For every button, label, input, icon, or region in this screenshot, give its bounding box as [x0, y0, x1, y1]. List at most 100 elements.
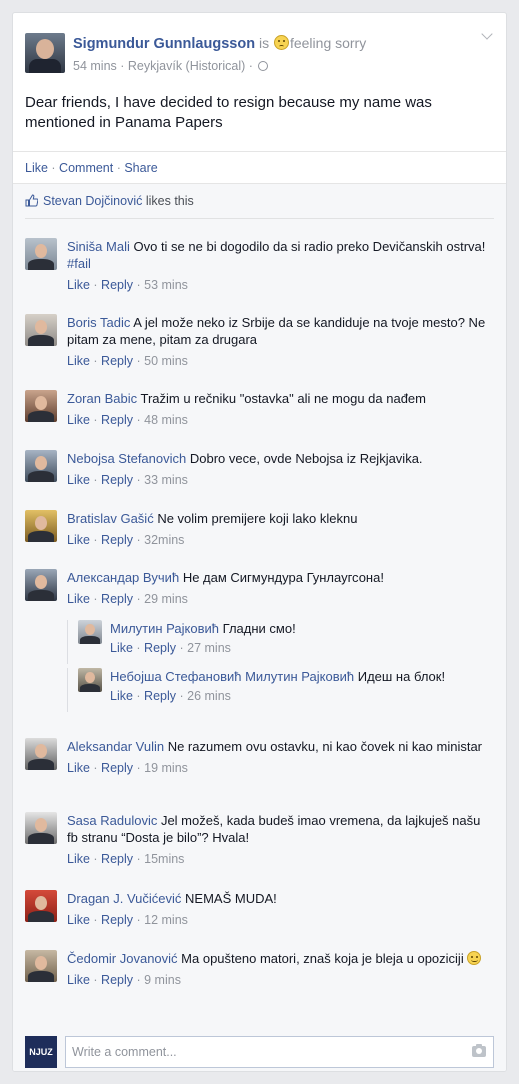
comment-text: Ne razumem ovu ostavku, ni kao čovek ni … — [167, 739, 483, 754]
avatar[interactable] — [25, 314, 57, 346]
comment-like-button[interactable]: Like — [67, 473, 90, 487]
comment-author[interactable]: Александар Вучић — [67, 570, 179, 585]
comment-meta: Like · Reply · 50 mins — [67, 354, 188, 368]
comment-author[interactable]: Милутин Рајковић — [110, 621, 219, 636]
comment-reply-button[interactable]: Reply — [144, 689, 176, 703]
camera-icon[interactable] — [472, 1044, 486, 1057]
comment-input[interactable] — [65, 1036, 494, 1068]
author-avatar[interactable] — [25, 33, 65, 73]
comment-time[interactable]: 53 mins — [144, 278, 188, 292]
comment-reply-button[interactable]: Reply — [101, 473, 133, 487]
comment-text: Dobro vece, ovde Nebojsa iz Rejkjavika. — [189, 451, 423, 466]
globe-icon[interactable] — [258, 61, 269, 71]
comment-reply-button[interactable]: Reply — [101, 533, 133, 547]
comment-like-button[interactable]: Like — [67, 973, 90, 987]
comment-meta: Like · Reply · 27 mins — [110, 641, 231, 655]
comment-time[interactable]: 15mins — [144, 852, 184, 866]
comment-like-button[interactable]: Like — [67, 533, 90, 547]
comment-composer: NJUZ — [25, 1034, 494, 1070]
comment-author[interactable]: Nebojsa Stefanovich — [67, 451, 186, 466]
author-line: Sigmundur Gunnlaugsson is feeling sorry — [73, 35, 366, 52]
comment-time[interactable]: 33 mins — [144, 473, 188, 487]
comment-time[interactable]: 9 mins — [144, 973, 181, 987]
mention-link[interactable]: Милутин Рајковић — [245, 669, 354, 684]
hashtag-link[interactable]: #fail — [67, 256, 91, 271]
comment-meta: Like · Reply · 48 mins — [67, 413, 188, 427]
post-text: Dear friends, I have decided to resign b… — [25, 94, 432, 131]
avatar[interactable] — [25, 450, 57, 482]
post-card: Sigmundur Gunnlaugsson is feeling sorry … — [12, 12, 507, 1072]
comment-time[interactable]: 26 mins — [187, 689, 231, 703]
comment-author[interactable]: Aleksandar Vulin — [67, 739, 164, 754]
comment-reply-button[interactable]: Reply — [101, 761, 133, 775]
comment-reply-button[interactable]: Reply — [101, 973, 133, 987]
comment-author[interactable]: Небојша Стефановић — [110, 669, 241, 684]
comment-like-button[interactable]: Like — [67, 913, 90, 927]
avatar[interactable] — [78, 668, 102, 692]
comment-like-button[interactable]: Like — [110, 689, 133, 703]
comment-author[interactable]: Bratislav Gašić — [67, 511, 154, 526]
comment-like-button[interactable]: Like — [110, 641, 133, 655]
chevron-down-icon[interactable] — [480, 29, 494, 43]
comment-time[interactable]: 19 mins — [144, 761, 188, 775]
comment-reply-button[interactable]: Reply — [101, 852, 133, 866]
avatar[interactable] — [25, 238, 57, 270]
post-time[interactable]: 54 mins — [73, 59, 117, 73]
comment-time[interactable]: 48 mins — [144, 413, 188, 427]
comment-like-button[interactable]: Like — [67, 761, 90, 775]
comment-meta: Like · Reply · 9 mins — [67, 973, 181, 987]
avatar[interactable] — [25, 390, 57, 422]
post-location[interactable]: Reykjavík (Historical) — [128, 59, 245, 73]
comment-reply-button[interactable]: Reply — [101, 413, 133, 427]
avatar[interactable] — [25, 738, 57, 770]
reply-comment: Небојша Стефановић Милутин Рајковић Идеш… — [67, 668, 494, 712]
comment-text: Ma opušteno matori, znaš koja je bleja u… — [181, 951, 464, 966]
comment-time[interactable]: 12 mins — [144, 913, 188, 927]
avatar[interactable] — [25, 812, 57, 844]
comment-like-button[interactable]: Like — [67, 592, 90, 606]
comment-time[interactable]: 32mins — [144, 533, 184, 547]
liker-name[interactable]: Stevan Dojčinović — [43, 194, 142, 208]
comment-like-button[interactable]: Like — [67, 413, 90, 427]
avatar[interactable] — [25, 569, 57, 601]
status-prefix: is — [258, 35, 270, 51]
comment-text: A jel može neko iz Srbije da se kandiduj… — [67, 315, 486, 347]
comment-like-button[interactable]: Like — [67, 852, 90, 866]
comment-time[interactable]: 27 mins — [187, 641, 231, 655]
comment-author[interactable]: Boris Tadic — [67, 315, 130, 330]
comments-section: Stevan Dojčinović likes this Siniša Mali… — [13, 183, 506, 1071]
avatar[interactable] — [25, 950, 57, 982]
comment-author[interactable]: Sasa Radulovic — [67, 813, 157, 828]
post-header: Sigmundur Gunnlaugsson is feeling sorry … — [25, 33, 494, 77]
post-timestamp-line: 54 mins · Reykjavík (Historical) · — [73, 59, 269, 73]
comment-time[interactable]: 29 mins — [144, 592, 188, 606]
likes-summary: Stevan Dojčinović likes this — [25, 194, 494, 212]
author-name[interactable]: Sigmundur Gunnlaugsson — [73, 36, 255, 52]
comment-reply-button[interactable]: Reply — [144, 641, 176, 655]
comment-author[interactable]: Zoran Babic — [67, 391, 137, 406]
like-button[interactable]: Like — [25, 161, 48, 175]
comment-text: Tražim u rečniku "ostavka" ali ne mogu d… — [140, 391, 426, 406]
feeling-text: feeling sorry — [289, 35, 367, 51]
comment-meta: Like · Reply · 29 mins — [67, 592, 188, 606]
avatar[interactable] — [78, 620, 102, 644]
comment-reply-button[interactable]: Reply — [101, 913, 133, 927]
comment-time[interactable]: 50 mins — [144, 354, 188, 368]
comment-like-button[interactable]: Like — [67, 278, 90, 292]
comment-author[interactable]: Dragan J. Vučićević — [67, 891, 181, 906]
comment-author[interactable]: Siniša Mali — [67, 239, 130, 254]
share-button[interactable]: Share — [124, 161, 157, 175]
comment-reply-button[interactable]: Reply — [101, 354, 133, 368]
avatar[interactable] — [25, 890, 57, 922]
comment-button[interactable]: Comment — [59, 161, 113, 175]
comment-reply-button[interactable]: Reply — [101, 592, 133, 606]
comment-meta: Like · Reply · 32mins — [67, 533, 185, 547]
avatar[interactable] — [25, 510, 57, 542]
comment-text: Ovo ti se ne bi dogodilo da si radio pre… — [133, 239, 486, 254]
comment-meta: Like · Reply · 19 mins — [67, 761, 188, 775]
brand-logo: NJUZ — [25, 1036, 57, 1068]
likes-suffix: likes this — [145, 194, 194, 208]
comment-author[interactable]: Čedomir Jovanović — [67, 951, 178, 966]
comment-reply-button[interactable]: Reply — [101, 278, 133, 292]
comment-like-button[interactable]: Like — [67, 354, 90, 368]
